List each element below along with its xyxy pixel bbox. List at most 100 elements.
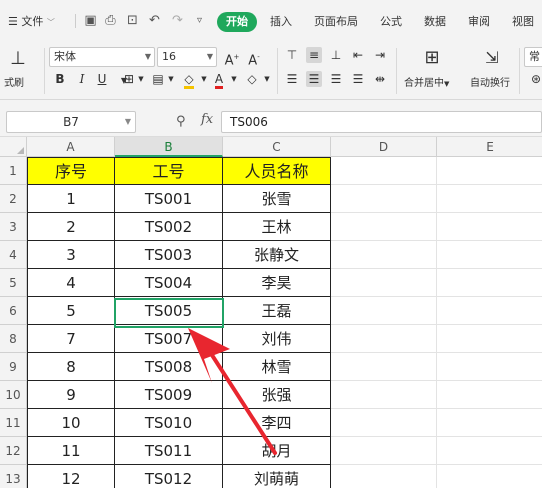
column-header-b[interactable]: B: [115, 137, 223, 157]
column-header-d[interactable]: D: [331, 137, 437, 157]
header-cell-person-name[interactable]: 人员名称: [223, 157, 331, 185]
cell-person-name[interactable]: 王磊: [223, 297, 331, 325]
empty-cell[interactable]: [437, 409, 542, 437]
cell-employee-id[interactable]: TS012: [115, 465, 223, 488]
cell-person-name[interactable]: 刘萌萌: [223, 465, 331, 488]
cell-index[interactable]: 8: [27, 353, 115, 381]
row-header[interactable]: 8: [0, 325, 27, 353]
decrease-font-icon[interactable]: A-: [246, 49, 262, 68]
row-header[interactable]: 6: [0, 297, 27, 325]
cell-employee-id[interactable]: TS002: [115, 213, 223, 241]
cell-index[interactable]: 12: [27, 465, 115, 488]
wrap-text-label[interactable]: 自动换行: [470, 74, 510, 89]
save-icon[interactable]: ▣: [83, 13, 98, 28]
empty-cell[interactable]: [331, 269, 437, 297]
align-top-icon[interactable]: ⊤: [284, 47, 300, 63]
chevron-down-icon[interactable]: ▼: [259, 71, 275, 87]
row-header[interactable]: 9: [0, 353, 27, 381]
cell-index[interactable]: 3: [27, 241, 115, 269]
row-header[interactable]: 2: [0, 185, 27, 213]
align-right-icon[interactable]: ☰: [328, 71, 344, 87]
cell-person-name[interactable]: 林雪: [223, 353, 331, 381]
header-cell-employee-id[interactable]: 工号: [115, 157, 223, 185]
font-size-select[interactable]: 16 ▼: [157, 47, 217, 67]
clear-format-icon[interactable]: ◇: [244, 71, 260, 87]
cell-person-name[interactable]: 胡月: [223, 437, 331, 465]
tab-data[interactable]: 数据: [424, 12, 446, 32]
tab-home[interactable]: 开始: [217, 12, 257, 32]
font-color-icon[interactable]: A: [211, 71, 227, 89]
tab-insert[interactable]: 插入: [270, 12, 292, 32]
column-header-c[interactable]: C: [223, 137, 331, 157]
chevron-down-icon[interactable]: ▼: [196, 71, 212, 87]
cell-person-name[interactable]: 张静文: [223, 241, 331, 269]
row-header[interactable]: 12: [0, 437, 27, 465]
column-header-e[interactable]: E: [437, 137, 542, 157]
row-header[interactable]: 11: [0, 409, 27, 437]
select-all-corner[interactable]: [0, 137, 27, 157]
header-cell-index[interactable]: 序号: [27, 157, 115, 185]
cell-employee-id[interactable]: TS005: [115, 297, 223, 325]
empty-cell[interactable]: [437, 465, 542, 488]
cell-employee-id[interactable]: TS003: [115, 241, 223, 269]
increase-indent-icon[interactable]: ⇥: [372, 47, 388, 63]
cell-employee-id[interactable]: TS007: [115, 325, 223, 353]
empty-cell[interactable]: [437, 437, 542, 465]
cell-index[interactable]: 10: [27, 409, 115, 437]
row-header[interactable]: 5: [0, 269, 27, 297]
cell-index[interactable]: 7: [27, 325, 115, 353]
justify-icon[interactable]: ☰: [350, 71, 366, 87]
font-name-select[interactable]: 宋体 ▼: [49, 47, 155, 67]
align-middle-icon[interactable]: ≡: [306, 47, 322, 63]
increase-font-icon[interactable]: A+: [224, 49, 240, 68]
file-menu[interactable]: ☰ 文件 ﹀: [8, 12, 55, 32]
cell-index[interactable]: 4: [27, 269, 115, 297]
column-header-a[interactable]: A: [27, 137, 115, 157]
align-center-icon[interactable]: ☰: [306, 71, 322, 87]
tab-review[interactable]: 审阅: [468, 12, 490, 32]
empty-cell[interactable]: [437, 297, 542, 325]
underline-button[interactable]: U: [94, 71, 110, 87]
cell-index[interactable]: 11: [27, 437, 115, 465]
decrease-indent-icon[interactable]: ⇤: [350, 47, 366, 63]
cell-person-name[interactable]: 王林: [223, 213, 331, 241]
empty-cell[interactable]: [437, 325, 542, 353]
empty-cell[interactable]: [437, 157, 542, 185]
cell-index[interactable]: 5: [27, 297, 115, 325]
undo-icon[interactable]: ↶: [147, 13, 162, 28]
cell-person-name[interactable]: 张强: [223, 381, 331, 409]
empty-cell[interactable]: [437, 241, 542, 269]
merge-center-button[interactable]: 合并居中▼: [404, 74, 449, 89]
tab-formulas[interactable]: 公式: [380, 12, 402, 32]
empty-cell[interactable]: [437, 269, 542, 297]
cell-employee-id[interactable]: TS010: [115, 409, 223, 437]
cell-employee-id[interactable]: TS009: [115, 381, 223, 409]
fx-icon[interactable]: fx: [201, 112, 213, 127]
row-header[interactable]: 1: [0, 157, 27, 185]
empty-cell[interactable]: [331, 157, 437, 185]
empty-cell[interactable]: [331, 241, 437, 269]
fill-color-icon[interactable]: ◇: [181, 71, 197, 89]
chevron-down-icon[interactable]: ▼: [226, 71, 242, 87]
wrap-text-icon[interactable]: ⇲: [481, 47, 503, 69]
print-preview-icon[interactable]: ⊡: [125, 13, 140, 28]
number-format-select[interactable]: 常: [524, 47, 542, 67]
cell-person-name[interactable]: 张雪: [223, 185, 331, 213]
chevron-down-icon[interactable]: ▼: [133, 71, 149, 87]
cell-person-name[interactable]: 李四: [223, 409, 331, 437]
empty-cell[interactable]: [331, 381, 437, 409]
cell-index[interactable]: 2: [27, 213, 115, 241]
cell-employee-id[interactable]: TS001: [115, 185, 223, 213]
tab-view[interactable]: 视图: [512, 12, 534, 32]
cell-index[interactable]: 9: [27, 381, 115, 409]
merge-center-icon[interactable]: ⊞: [421, 47, 443, 69]
row-header[interactable]: 3: [0, 213, 27, 241]
zoom-icon[interactable]: ⚲: [176, 114, 192, 130]
row-header[interactable]: 4: [0, 241, 27, 269]
name-box[interactable]: B7 ▼: [6, 111, 136, 133]
empty-cell[interactable]: [331, 297, 437, 325]
align-bottom-icon[interactable]: ⊥: [328, 47, 344, 63]
cell-employee-id[interactable]: TS004: [115, 269, 223, 297]
empty-cell[interactable]: [331, 213, 437, 241]
empty-cell[interactable]: [437, 213, 542, 241]
